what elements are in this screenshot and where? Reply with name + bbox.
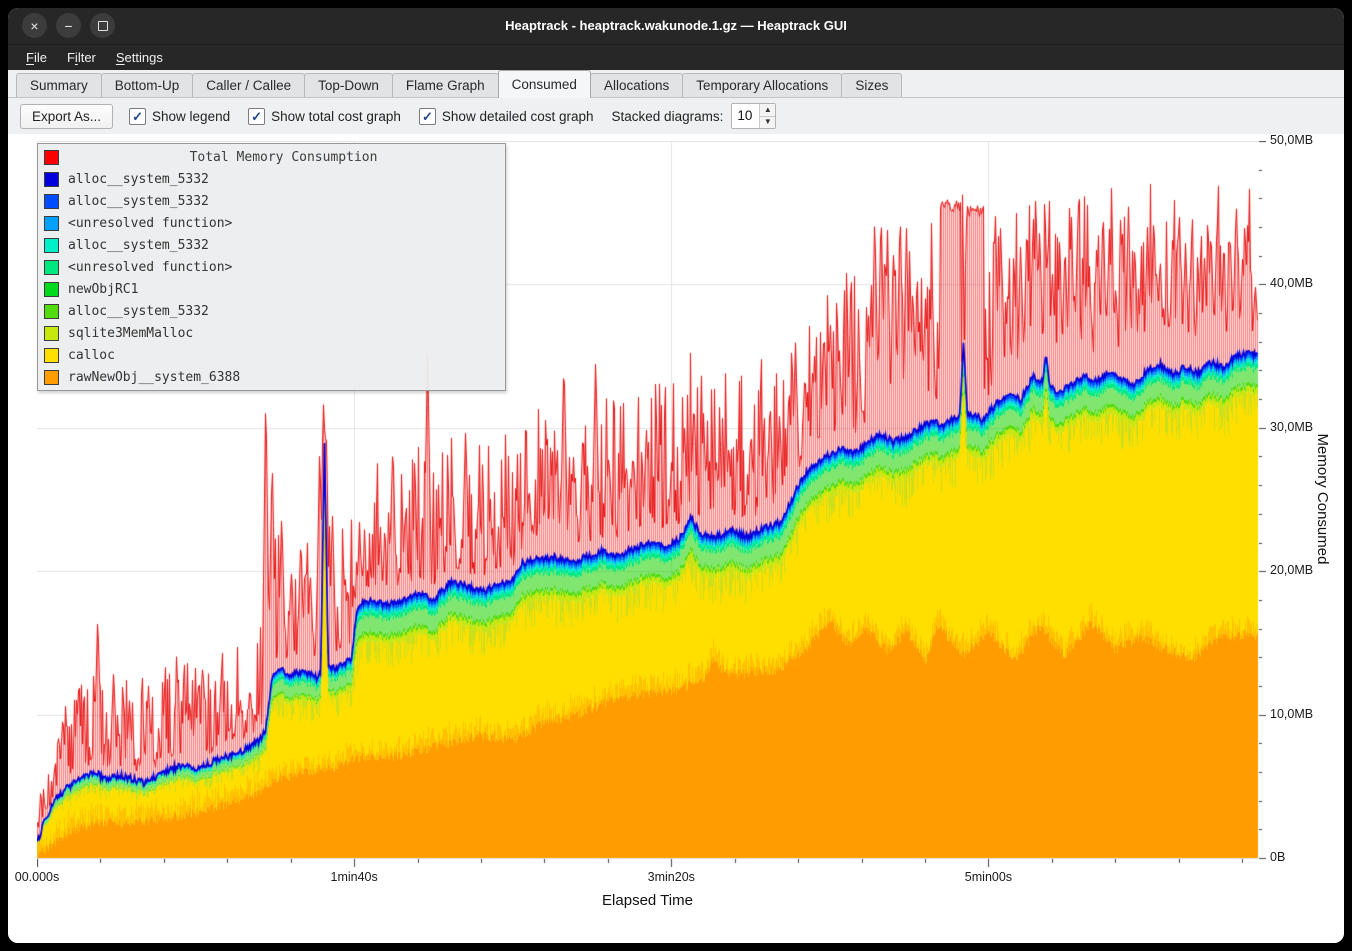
x-axis-tick-label: 00.000s — [8, 870, 77, 884]
tab-summary[interactable]: Summary — [16, 73, 102, 97]
menu-item-file[interactable]: File — [16, 47, 57, 68]
legend-swatch — [44, 150, 59, 165]
y-axis-tick-label: 10,0MB — [1270, 707, 1313, 721]
checkbox-show-detailed-cost-graph[interactable]: ✓ Show detailed cost graph — [419, 108, 594, 125]
tab-top-down[interactable]: Top-Down — [304, 73, 393, 97]
spinbox-buttons: ▲ ▼ — [759, 104, 775, 128]
legend-label: alloc__system_5332 — [68, 304, 209, 319]
y-axis-title: Memory Consumed — [1314, 434, 1331, 565]
legend-swatch — [44, 238, 59, 253]
close-button[interactable]: × — [22, 13, 47, 38]
legend-row: sqlite3MemMalloc — [38, 322, 505, 344]
titlebar: × − Heaptrack - heaptrack.wakunode.1.gz … — [8, 8, 1344, 44]
tab-allocations[interactable]: Allocations — [590, 73, 683, 97]
check-icon: ✓ — [132, 110, 143, 123]
legend-row: alloc__system_5332 — [38, 190, 505, 212]
tab-bottom-up[interactable]: Bottom-Up — [101, 73, 194, 97]
y-axis-tick-label: 30,0MB — [1270, 420, 1313, 434]
legend-row: alloc__system_5332 — [38, 168, 505, 190]
legend-row: <unresolved function> — [38, 256, 505, 278]
menu-item-filter[interactable]: Filter — [57, 47, 106, 68]
checkbox-label: Show legend — [152, 109, 230, 124]
legend-label: sqlite3MemMalloc — [68, 326, 193, 341]
legend-row: newObjRC1 — [38, 278, 505, 300]
app-window: × − Heaptrack - heaptrack.wakunode.1.gz … — [8, 8, 1344, 943]
legend-label: alloc__system_5332 — [68, 172, 209, 187]
tab-bar: SummaryBottom-UpCaller / CalleeTop-DownF… — [8, 70, 1344, 98]
checkbox-show-legend[interactable]: ✓ Show legend — [129, 108, 230, 125]
legend-label: alloc__system_5332 — [68, 238, 209, 253]
minimize-button[interactable]: − — [56, 13, 81, 38]
minimize-icon: − — [64, 19, 72, 33]
x-axis-tick-label: 1min40s — [314, 870, 394, 884]
tab-consumed[interactable]: Consumed — [498, 70, 591, 98]
legend-title-row: Total Memory Consumption — [38, 146, 505, 168]
window-controls: × − — [22, 13, 115, 38]
legend-label: rawNewObj__system_6388 — [68, 370, 240, 385]
tab-sizes[interactable]: Sizes — [841, 73, 902, 97]
y-axis-tick-label: 20,0MB — [1270, 563, 1313, 577]
spinbox-value: 10 — [732, 104, 759, 128]
check-icon: ✓ — [422, 110, 433, 123]
y-axis-tick-label: 50,0MB — [1270, 133, 1313, 147]
checkbox-box: ✓ — [129, 108, 146, 125]
legend-swatch — [44, 326, 59, 341]
legend: Total Memory Consumption alloc__system_53… — [37, 143, 506, 391]
legend-row: rawNewObj__system_6388 — [38, 366, 505, 388]
tab-flame-graph[interactable]: Flame Graph — [392, 73, 499, 97]
legend-label: calloc — [68, 348, 115, 363]
legend-swatch — [44, 216, 59, 231]
y-axis-tick-label: 40,0MB — [1270, 276, 1313, 290]
tab-temporary-allocations[interactable]: Temporary Allocations — [682, 73, 842, 97]
menu-bar: FileFilterSettings — [8, 44, 1344, 70]
x-axis-title: Elapsed Time — [37, 892, 1258, 909]
legend-label: alloc__system_5332 — [68, 194, 209, 209]
legend-label: Total Memory Consumption — [68, 150, 499, 165]
x-axis-tick-label: 3min20s — [631, 870, 711, 884]
stacked-diagrams-spinbox[interactable]: 10 ▲ ▼ — [731, 103, 776, 129]
legend-row: <unresolved function> — [38, 212, 505, 234]
legend-row: alloc__system_5332 — [38, 300, 505, 322]
tab-caller-callee[interactable]: Caller / Callee — [192, 73, 305, 97]
y-axis-tick-label: 0B — [1270, 850, 1285, 864]
checkbox-box: ✓ — [248, 108, 265, 125]
toolbar: Export As... ✓ Show legend ✓ Show total cos… — [8, 98, 1344, 134]
checkbox-box: ✓ — [419, 108, 436, 125]
legend-swatch — [44, 194, 59, 209]
maximize-icon — [98, 21, 108, 31]
legend-row: calloc — [38, 344, 505, 366]
export-as-button[interactable]: Export As... — [20, 104, 113, 129]
x-axis-tick-label: 5min00s — [948, 870, 1028, 884]
legend-label: <unresolved function> — [68, 216, 232, 231]
spin-up-button[interactable]: ▲ — [760, 104, 775, 117]
legend-swatch — [44, 370, 59, 385]
stacked-diagrams-label: Stacked diagrams: — [612, 109, 724, 124]
close-icon: × — [30, 19, 38, 33]
toolbar-checkboxes: ✓ Show legend ✓ Show total cost graph ✓ Show … — [129, 108, 594, 125]
checkbox-show-total-cost-graph[interactable]: ✓ Show total cost graph — [248, 108, 401, 125]
check-icon: ✓ — [251, 110, 262, 123]
legend-swatch — [44, 260, 59, 275]
checkbox-label: Show detailed cost graph — [442, 109, 594, 124]
maximize-button[interactable] — [90, 13, 115, 38]
legend-swatch — [44, 282, 59, 297]
window-title: Heaptrack - heaptrack.wakunode.1.gz — He… — [128, 8, 1224, 44]
legend-swatch — [44, 304, 59, 319]
legend-label: <unresolved function> — [68, 260, 232, 275]
legend-swatch — [44, 172, 59, 187]
spin-down-button[interactable]: ▼ — [760, 117, 775, 129]
legend-swatch — [44, 348, 59, 363]
menu-item-settings[interactable]: Settings — [106, 47, 173, 68]
legend-row: alloc__system_5332 — [38, 234, 505, 256]
checkbox-label: Show total cost graph — [271, 109, 401, 124]
legend-label: newObjRC1 — [68, 282, 138, 297]
chart-area: Total Memory Consumption alloc__system_53… — [8, 134, 1344, 943]
